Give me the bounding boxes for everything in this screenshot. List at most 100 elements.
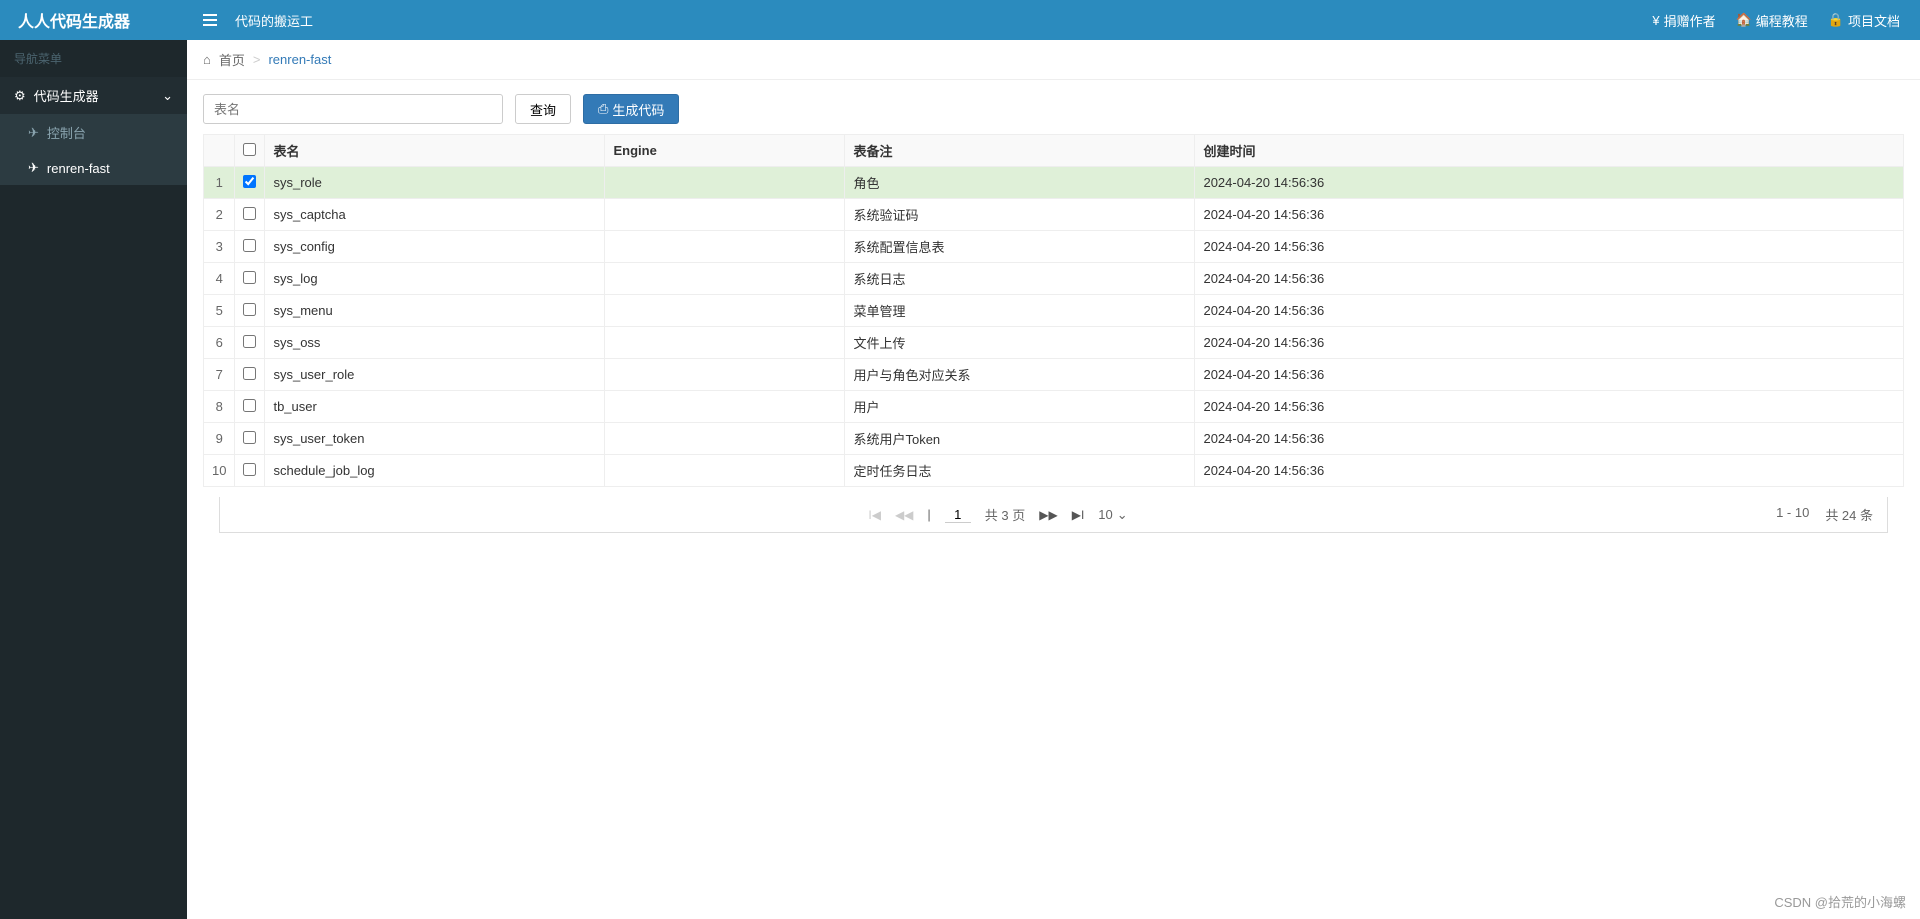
sidebar-parent-label: 代码生成器 [34,86,99,105]
row-comment: 角色 [845,167,1195,199]
page-first-button[interactable]: I◀ [868,508,881,522]
table-row[interactable]: 1sys_role角色2024-04-20 14:56:36 [204,167,1904,199]
row-name: sys_config [265,231,605,263]
table-row[interactable]: 7 sys_user_role 用户与角色对应关系2024-04-20 14:56:… [204,359,1904,391]
row-comment: 定时任务日志 [845,455,1195,487]
watermark: CSDN @拾荒的小海螺 [1774,892,1906,911]
row-name: sys_captcha [265,199,605,231]
row-engine [605,455,845,487]
generate-icon: ⎙ [598,101,608,117]
header-subtitle: 代码的搬运工 [235,11,313,30]
row-checkbox[interactable] [243,463,256,476]
row-created: 2024-04-20 14:56:36 [1195,167,1904,199]
chevron-down-icon: ⌄ [162,88,173,104]
table-row[interactable]: 6sys_oss文件上传2024-04-20 14:56:36 [204,327,1904,359]
home-icon: 🏠 [1736,12,1752,28]
row-index: 5 [204,295,235,327]
row-checkbox[interactable] [243,239,256,252]
row-name: schedule_job_log [265,455,605,487]
query-label: 查询 [530,100,556,119]
row-checkbox[interactable] [243,399,256,412]
table-row[interactable]: 10schedule_job_log定时任务日志2024-04-20 14:56… [204,455,1904,487]
yen-icon: ¥ [1652,13,1659,28]
row-engine [605,263,845,295]
row-checkbox[interactable] [243,207,256,220]
row-index: 4 [204,263,235,295]
pagination-total: 共 24 条 [1825,505,1873,524]
page-next-button[interactable]: ▶▶ [1039,508,1057,522]
row-checkbox[interactable] [243,335,256,348]
row-created: 2024-04-20 14:56:36 [1195,199,1904,231]
sidebar-item-renren-fast[interactable]: ✈ renren-fast [0,151,187,185]
col-comment-header: 表备注 [845,135,1195,167]
row-created: 2024-04-20 14:56:36 [1195,391,1904,423]
row-created: 2024-04-20 14:56:36 [1195,327,1904,359]
row-created: 2024-04-20 14:56:36 [1195,295,1904,327]
row-index: 9 [204,423,235,455]
row-comment: 系统日志 [845,263,1195,295]
pagination-sep: | [927,507,930,522]
row-comment: 用户与角色对应关系 [845,359,1195,391]
row-comment: 系统用户Token [845,423,1195,455]
table-row[interactable]: 2 sys_captcha 系统验证码2024-04-20 14:56:36 [204,199,1904,231]
docs-link[interactable]: 🔒 项目文档 [1828,11,1900,30]
header: 人人代码生成器 代码的搬运工 ¥ 捐赠作者 🏠 编程教程 🔒 项目文档 [0,0,1920,40]
search-input[interactable] [203,94,503,124]
table-row[interactable]: 9 sys_user_token 系统用户Token2024-04-20 14:56… [204,423,1904,455]
pagination: I◀ ◀◀ | 共 3 页 ▶▶ ▶I 10 ⌄ 1 - 10 [219,497,1888,533]
select-all-checkbox[interactable] [243,143,256,156]
table-row[interactable]: 3sys_config系统配置信息表2024-04-20 14:56:36 [204,231,1904,263]
row-name: sys_user_token [265,423,605,455]
hamburger-icon[interactable] [203,14,217,26]
row-checkbox[interactable] [243,271,256,284]
row-checkbox[interactable] [243,431,256,444]
row-comment: 菜单管理 [845,295,1195,327]
pagination-range: 1 - 10 [1776,505,1809,524]
row-name: sys_user_role [265,359,605,391]
row-checkbox[interactable] [243,367,256,380]
row-comment: 系统验证码 [845,199,1195,231]
generate-label: 生成代码 [612,100,664,119]
row-created: 2024-04-20 14:56:36 [1195,455,1904,487]
table-row[interactable]: 5sys_menu菜单管理2024-04-20 14:56:36 [204,295,1904,327]
page-input[interactable] [945,507,971,523]
sidebar-item-console[interactable]: ✈ 控制台 [0,114,187,151]
col-created-header: 创建时间 [1195,135,1904,167]
row-created: 2024-04-20 14:56:36 [1195,263,1904,295]
breadcrumb: ⌂ 首页 > renren-fast [187,40,1920,80]
page-size-value: 10 [1098,507,1112,522]
query-button[interactable]: 查询 [515,94,571,124]
row-created: 2024-04-20 14:56:36 [1195,359,1904,391]
row-name: sys_role [265,167,605,199]
sidebar-parent-codegen[interactable]: ⚙ 代码生成器 ⌄ [0,77,187,114]
row-comment: 用户 [845,391,1195,423]
generate-button[interactable]: ⎙ 生成代码 [583,94,679,124]
breadcrumb-home[interactable]: 首页 [219,50,245,69]
chevron-down-icon: ⌄ [1117,507,1128,523]
sidebar: 导航菜单 ⚙ 代码生成器 ⌄ ✈ 控制台 ✈ renren-fast [0,40,187,919]
row-index: 7 [204,359,235,391]
plane-icon: ✈ [28,125,39,141]
row-engine [605,295,845,327]
col-engine-header: Engine [605,135,845,167]
row-created: 2024-04-20 14:56:36 [1195,423,1904,455]
row-comment: 系统配置信息表 [845,231,1195,263]
table-row[interactable]: 8tb_user用户2024-04-20 14:56:36 [204,391,1904,423]
tutorial-link[interactable]: 🏠 编程教程 [1736,11,1808,30]
row-engine [605,359,845,391]
row-checkbox[interactable] [243,175,256,188]
row-checkbox[interactable] [243,303,256,316]
row-created: 2024-04-20 14:56:36 [1195,231,1904,263]
gear-icon: ⚙ [14,88,26,104]
breadcrumb-current: renren-fast [268,52,331,67]
page-prev-button[interactable]: ◀◀ [895,508,913,522]
row-index: 2 [204,199,235,231]
main: ⌂ 首页 > renren-fast 查询 ⎙ 生成代码 [187,40,1920,919]
page-size-select[interactable]: 10 ⌄ [1098,507,1127,523]
donate-link[interactable]: ¥ 捐赠作者 [1652,11,1715,30]
page-last-button[interactable]: ▶I [1072,508,1085,522]
table-row[interactable]: 4sys_log系统日志2024-04-20 14:56:36 [204,263,1904,295]
row-name: tb_user [265,391,605,423]
tutorial-label: 编程教程 [1756,11,1808,30]
header-right: ¥ 捐赠作者 🏠 编程教程 🔒 项目文档 [1652,11,1920,30]
